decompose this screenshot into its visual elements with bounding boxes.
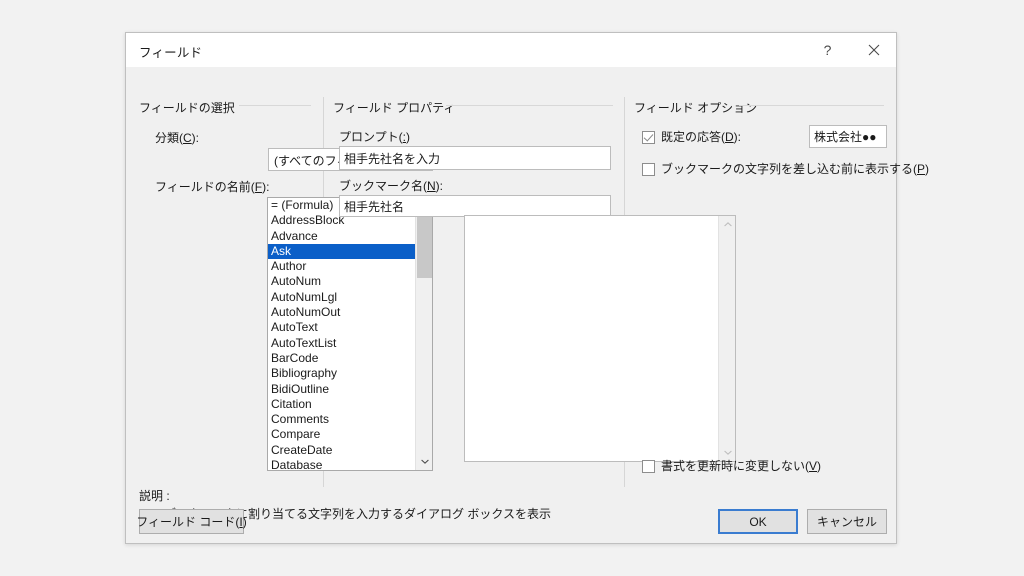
show-before-insert-label: ブックマークの文字列を差し込む前に表示する(P) (661, 162, 929, 176)
preserve-formatting-label-pre: 書式を更新時に変更しない( (661, 459, 809, 473)
default-answer-label-accelerator: D (725, 130, 734, 144)
default-answer-label-pre: 既定の応答( (661, 130, 725, 144)
category-label-pre: 分類( (155, 131, 183, 145)
question-mark-icon: ? (823, 42, 832, 58)
show-before-insert-label-accelerator: P (917, 162, 926, 176)
field-selection-group-title: フィールドの選択 (139, 101, 235, 115)
chevron-down-glyph (723, 450, 732, 455)
bookmark-name-label-accelerator: N (427, 179, 436, 193)
field-dialog: フィールド ? フィールドの選択 分類(C): (すべてのフィールド) フィール… (125, 32, 929, 544)
ok-button[interactable]: OK (718, 509, 798, 534)
preserve-formatting-label-post: ) (817, 459, 822, 473)
fieldnames-listbox[interactable]: = (Formula) AddressBlock Advance Ask Author A… (267, 197, 433, 471)
field-options-group-rule (739, 105, 884, 106)
list-item[interactable]: Compare (268, 427, 415, 442)
description-label: 説明 : (139, 489, 170, 503)
field-code-label: フィールド コード(I) (136, 513, 246, 530)
list-item[interactable]: Advance (268, 229, 415, 244)
list-item[interactable]: Comments (268, 412, 415, 427)
bookmark-scrollbar[interactable] (718, 216, 735, 461)
close-button[interactable] (851, 33, 896, 67)
fieldnames-label: フィールドの名前(F): (155, 178, 269, 195)
preserve-formatting-label-accelerator: V (809, 459, 818, 473)
bookmark-name-input[interactable]: 相手先社名 (339, 195, 611, 217)
default-answer-label: 既定の応答(D): (661, 130, 741, 144)
list-item[interactable]: AutoNumOut (268, 305, 415, 320)
field-options-group-title: フィールド オプション (634, 101, 758, 115)
list-item[interactable]: Bibliography (268, 366, 415, 381)
preserve-formatting-checkbox[interactable] (642, 460, 655, 473)
fieldnames-list: = (Formula) AddressBlock Advance Ask Author A… (268, 198, 415, 470)
default-answer-checkbox-row[interactable]: 既定の応答(D): (642, 130, 741, 144)
default-answer-input[interactable]: 株式会社●● (809, 125, 887, 148)
list-item[interactable]: AutoText (268, 320, 415, 335)
default-answer-checkbox[interactable] (642, 131, 655, 144)
show-before-insert-checkbox-row[interactable]: ブックマークの文字列を差し込む前に表示する(P) (642, 162, 929, 176)
dialog-titlebar: フィールド ? (126, 33, 896, 67)
bookmark-name-label-pre: ブックマーク名( (339, 179, 427, 193)
category-label-accelerator: C (183, 131, 192, 145)
field-code-label-pre: フィールド コード( (136, 515, 240, 529)
list-item[interactable]: Database (268, 458, 415, 470)
prompt-input[interactable]: 相手先社名を入力 (339, 146, 611, 170)
field-properties-group-title: フィールド プロパティ (333, 101, 456, 115)
cancel-button-label: キャンセル (816, 515, 877, 529)
show-before-insert-checkbox[interactable] (642, 163, 655, 176)
list-item[interactable]: Author (268, 259, 415, 274)
field-selection-group-rule (239, 105, 311, 106)
chevron-up-glyph (723, 222, 732, 227)
ok-button-label: OK (749, 514, 767, 529)
list-item[interactable]: AutoNumLgl (268, 290, 415, 305)
field-properties-group-rule (446, 105, 613, 106)
default-answer-label-post: ): (733, 130, 742, 144)
help-button[interactable]: ? (805, 33, 850, 67)
list-item[interactable]: AutoTextList (268, 336, 415, 351)
field-code-button[interactable]: フィールド コード(I) (136, 509, 247, 534)
list-item[interactable]: AutoNum (268, 274, 415, 289)
prompt-label-post: ) (405, 130, 410, 144)
bookmark-name-label-post: ): (435, 179, 444, 193)
prompt-label: プロンプト(:) (339, 128, 410, 145)
scroll-up-icon[interactable] (719, 216, 735, 233)
field-code-label-post: ) (242, 515, 247, 529)
show-before-insert-label-pre: ブックマークの文字列を差し込む前に表示する( (661, 162, 917, 176)
bookmark-name-listbox[interactable] (464, 215, 736, 462)
preserve-formatting-checkbox-row[interactable]: 書式を更新時に変更しない(V) (642, 459, 821, 473)
list-item[interactable]: BidiOutline (268, 382, 415, 397)
prompt-label-pre: プロンプト( (339, 130, 403, 144)
fieldnames-scrollbar[interactable] (415, 198, 432, 470)
list-item[interactable]: BarCode (268, 351, 415, 366)
fieldnames-label-pre: フィールドの名前( (155, 180, 255, 194)
fieldnames-scrollbar-thumb[interactable] (417, 216, 432, 278)
cancel-button[interactable]: キャンセル (807, 509, 887, 534)
category-label: 分類(C): (155, 129, 199, 146)
fieldnames-label-post: ): (262, 180, 270, 194)
list-item[interactable]: CreateDate (268, 443, 415, 458)
dialog-title: フィールド (139, 46, 203, 60)
scroll-down-icon[interactable] (416, 453, 432, 470)
chevron-down-glyph (420, 459, 429, 464)
close-icon (868, 44, 879, 56)
list-item[interactable]: Citation (268, 397, 415, 412)
show-before-insert-label-post: ) (925, 162, 930, 176)
bookmark-name-label: ブックマーク名(N): (339, 177, 443, 194)
preserve-formatting-label: 書式を更新時に変更しない(V) (661, 459, 821, 473)
category-label-post: ): (191, 131, 200, 145)
list-item[interactable]: Ask (268, 243, 415, 260)
fieldnames-label-accelerator: F (254, 180, 263, 194)
